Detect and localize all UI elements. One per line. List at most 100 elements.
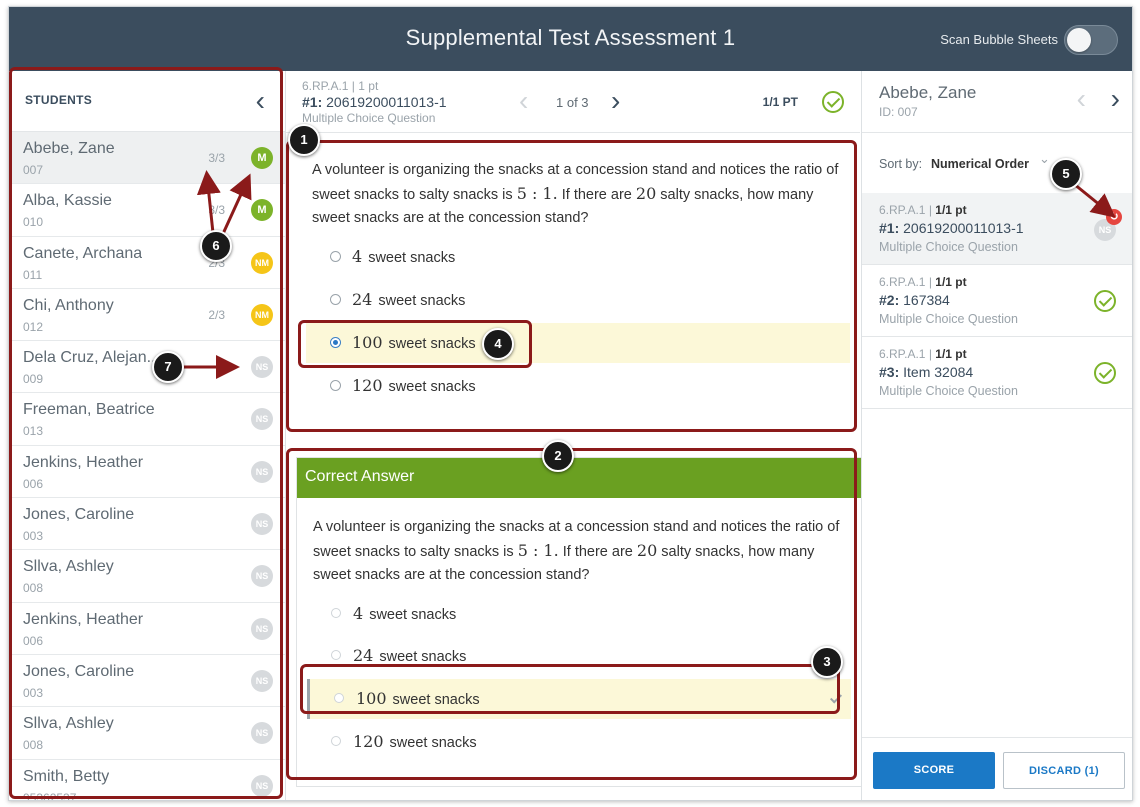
students-label: STUDENTS (25, 93, 93, 107)
sort-value[interactable]: Numerical Order (931, 157, 1029, 171)
item-list: 6.RP.A.1 | 1/1 pt #1: 20619200011013-1 Mul… (862, 193, 1132, 409)
item-number: #1: (879, 220, 900, 236)
check-circle-icon (1094, 362, 1116, 384)
student-row[interactable]: Canete, Archana 011 2/3 NM (9, 237, 285, 289)
radio-button[interactable] (330, 294, 341, 305)
item-standard-code: 6.RP.A.1 (879, 347, 926, 361)
answer-option[interactable]: 120 sweet snacks (306, 366, 850, 406)
option-number: 100 (352, 333, 383, 352)
radio-button (334, 693, 344, 703)
student-id: 013 (23, 424, 44, 439)
radio-button[interactable] (330, 337, 341, 348)
answer-option[interactable]: 100 sweet snacks (306, 323, 850, 363)
sort-control[interactable]: Sort by: Numerical Order ⌄ (862, 133, 1132, 193)
student-id: 008 (23, 581, 44, 596)
radio-button[interactable] (330, 380, 341, 391)
question-item-row[interactable]: 6.RP.A.1 | 1/1 pt #3: Item 32084 Multiple … (862, 337, 1132, 409)
item-number: #2: (879, 292, 900, 308)
student-name: Dela Cruz, Alejan... (23, 349, 160, 367)
student-row[interactable]: Jones, Caroline 003 NS (9, 655, 285, 708)
option-label: sweet snacks (389, 735, 477, 751)
chevron-left-icon[interactable]: ‹ (256, 85, 265, 117)
student-row[interactable]: Jenkins, Heather 006 NS (9, 603, 285, 655)
item-type: Multiple Choice Question (879, 240, 1018, 254)
question-item-row[interactable]: 6.RP.A.1 | 1/1 pt #2: 167384 Multiple Choi… (862, 265, 1132, 337)
student-score: 2/3 (208, 307, 225, 322)
student-header: Abebe, Zane ID: 007 ‹ › (862, 71, 1132, 133)
student-row[interactable]: Abebe, Zane 007 3/3 M (9, 132, 285, 185)
prev-student-icon[interactable]: ‹ (1077, 83, 1086, 115)
score-assessment-button[interactable]: SCORE ASSESSMENT (873, 752, 995, 789)
student-name: Canete, Archana (23, 244, 143, 262)
student-row[interactable]: Smith, Betty 95362537 NS (9, 760, 285, 800)
student-name: Jenkins, Heather (23, 453, 144, 471)
mastery-badge: NS (251, 408, 273, 431)
item-points: 1/1 pt (935, 347, 967, 361)
item-standard-code: 6.RP.A.1 (879, 275, 926, 289)
mastery-badge: NS (251, 460, 273, 483)
students-panel: STUDENTS ‹ Abebe, Zane 007 3/3 M Alba, Kassi… (9, 71, 286, 800)
student-id: 009 (23, 372, 44, 387)
item-points: 1/1 pt (935, 203, 967, 217)
student-name: Freeman, Beatrice (23, 401, 155, 419)
answer-option[interactable]: 4 sweet snacks (306, 237, 850, 277)
question-item-row[interactable]: 6.RP.A.1 | 1/1 pt #1: 20619200011013-1 Mul… (862, 193, 1132, 265)
correct-question-text: A volunteer is organizing the snacks at … (313, 516, 843, 587)
mastery-badge: NS (251, 565, 273, 588)
item-type: Multiple Choice Question (879, 384, 1018, 398)
student-row[interactable]: Sllva, Ashley 008 NS (9, 707, 285, 760)
student-row[interactable]: Sllva, Ashley 008 NS (9, 550, 285, 603)
top-bar: Supplemental Test Assessment 1 Scan Bubb… (9, 7, 1132, 71)
question-standard: 6.RP.A.1 | 1 pt (302, 79, 379, 93)
correct-answer-title: Correct Answer (297, 458, 861, 498)
scan-bubble-sheets-toggle[interactable] (1064, 25, 1118, 55)
next-question-icon[interactable]: › (611, 85, 620, 117)
option-text: 100 sweet snacks (352, 333, 476, 352)
mastery-badge: NS (251, 513, 273, 536)
mastery-badge: M (251, 147, 273, 169)
student-row[interactable]: Freeman, Beatrice 013 NS (9, 393, 285, 446)
mastery-badge: NS (251, 669, 273, 692)
sort-label: Sort by: (879, 157, 923, 171)
item-id: 167384 (903, 292, 950, 308)
student-row[interactable]: Jenkins, Heather 006 NS (9, 446, 285, 499)
question-text-part: If there are (558, 544, 637, 560)
student-list: Abebe, Zane 007 3/3 M Alba, Kassie 010 3/3 M Can… (9, 132, 285, 800)
prev-question-icon[interactable]: ‹ (519, 85, 528, 117)
mastery-badge: NM (251, 303, 273, 326)
item-id: Item 32084 (903, 364, 974, 380)
mastery-badge: NS (251, 722, 273, 745)
item-standard: 6.RP.A.1 | 1/1 pt (879, 203, 967, 217)
student-name: Smith, Betty (23, 767, 110, 785)
student-row[interactable]: Jones, Caroline 003 NS (9, 498, 285, 551)
separator: | (925, 275, 936, 289)
student-row[interactable]: Alba, Kassie 010 3/3 M (9, 184, 285, 237)
option-text: 100 sweet snacks (356, 689, 480, 708)
student-score: 3/3 (208, 151, 225, 165)
option-label: sweet snacks (388, 379, 476, 395)
student-id: 012 (23, 319, 44, 334)
student-row[interactable]: Dela Cruz, Alejan... 009 NS (9, 341, 285, 394)
callout-1: 1 (288, 124, 320, 156)
student-score: 3/3 (208, 203, 225, 218)
option-label: sweet snacks (392, 692, 480, 708)
radio-button (331, 650, 341, 660)
callout-5: 5 (1050, 158, 1082, 190)
question-item-id: 20619200011013-1 (326, 94, 447, 110)
student-response-box: A volunteer is organizing the snacks at … (296, 143, 862, 429)
next-student-icon[interactable]: › (1111, 83, 1120, 115)
question-panel: 6.RP.A.1 | 1 pt #1: 20619200011013-1 Mul… (286, 71, 862, 800)
student-id: 006 (23, 476, 44, 491)
toggle-knob (1067, 28, 1091, 52)
page-indicator: 1 of 3 (556, 95, 589, 110)
student-id: 011 (23, 267, 43, 282)
radio-button[interactable] (330, 251, 341, 262)
refresh-icon[interactable]: ↻ (1106, 209, 1122, 225)
chevron-down-icon[interactable]: ⌄ (1039, 151, 1050, 167)
selected-student-name: Abebe, Zane (879, 83, 977, 102)
answer-option[interactable]: 24 sweet snacks (306, 280, 850, 320)
student-name: Abebe, Zane (23, 140, 115, 157)
discard-button[interactable]: DISCARD (1) (1003, 752, 1125, 789)
correct-answer-option: 4 sweet snacks (307, 594, 851, 634)
student-row[interactable]: Chi, Anthony 012 2/3 NM (9, 289, 285, 342)
